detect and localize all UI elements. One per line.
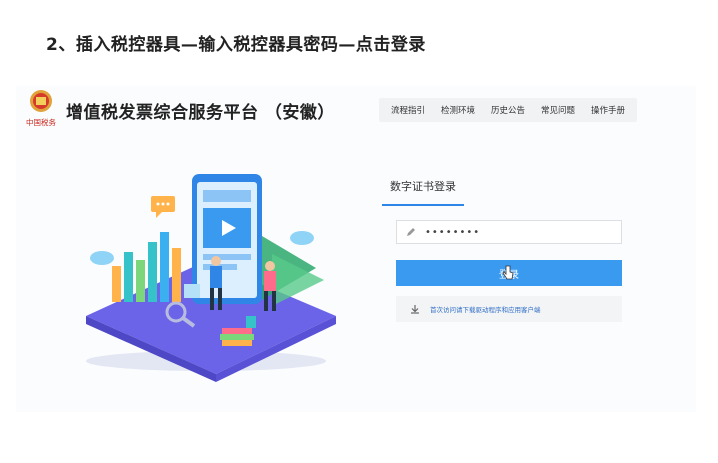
logo-caption: 中国税务: [26, 117, 56, 127]
password-input[interactable]: [423, 225, 607, 239]
download-icon: [411, 305, 419, 314]
nav-faq[interactable]: 常见问题: [541, 104, 575, 116]
password-field[interactable]: [396, 220, 622, 244]
download-bar: 首次访问请下载驱动程序和应用客户端: [396, 296, 622, 322]
nav-announcements[interactable]: 历史公告: [491, 104, 525, 116]
tax-emblem-logo: 中国税务: [26, 90, 56, 127]
nav-manual[interactable]: 操作手册: [591, 104, 625, 116]
nav-check-environment[interactable]: 检测环境: [441, 104, 475, 116]
site-title: 增值税发票综合服务平台 （安徽）: [66, 103, 335, 123]
top-nav: 流程指引 检测环境 历史公告 常见问题 操作手册: [379, 98, 637, 122]
instruction-heading: 2、插入税控器具—输入税控器具密码—点击登录: [46, 35, 426, 55]
hero-illustration: [86, 174, 336, 382]
hand-cursor-icon: [502, 265, 514, 280]
login-button[interactable]: 登录: [396, 260, 622, 286]
portal-screenshot: 中国税务 增值税发票综合服务平台 （安徽） 流程指引 检测环境 历史公告 常见问…: [16, 86, 696, 412]
nav-process-guide[interactable]: 流程指引: [391, 104, 425, 116]
pencil-icon: [407, 228, 415, 236]
tab-digital-certificate[interactable]: 数字证书登录: [382, 178, 464, 206]
download-driver-link[interactable]: 首次访问请下载驱动程序和应用客户端: [430, 304, 541, 314]
